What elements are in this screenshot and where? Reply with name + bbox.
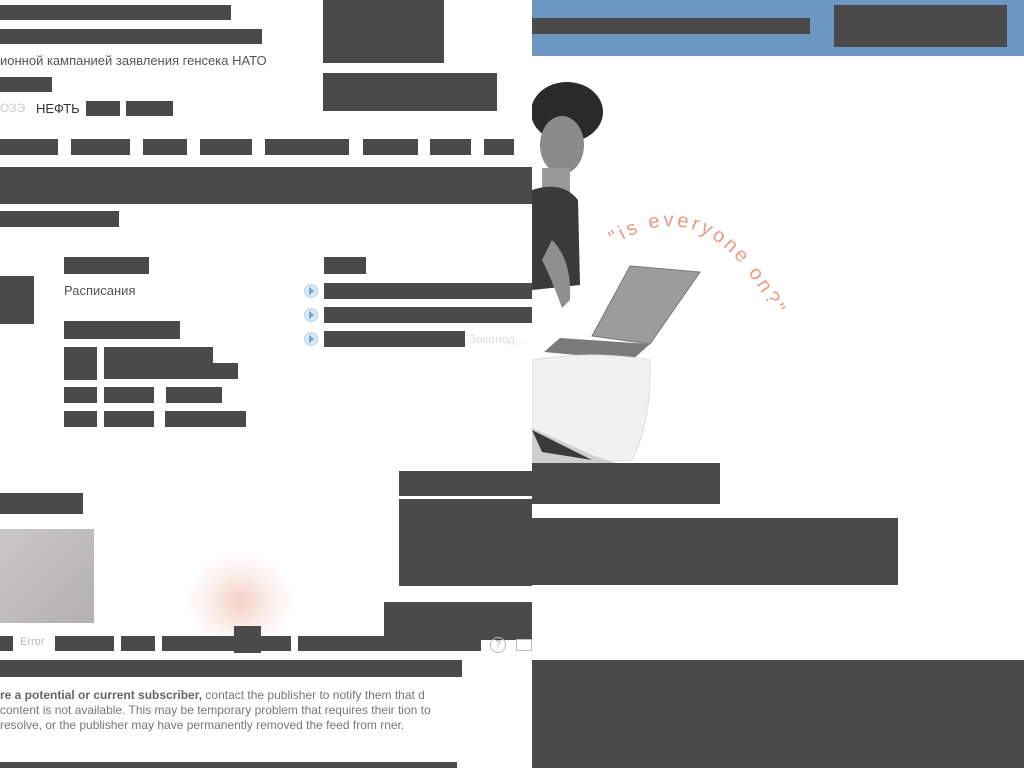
redacted-bottom-bar [0,762,457,768]
feed-error-notice: re a potential or current subscriber, co… [0,688,455,733]
redacted-rate-cell [165,411,246,427]
nav-tab[interactable] [0,139,58,155]
redacted-section-heading [0,493,83,514]
ad-figure-face [540,116,584,174]
redacted-link-3[interactable] [324,331,465,347]
nav-bar [0,138,532,157]
article-title-underline [399,497,513,498]
redacted-feed-tab[interactable] [55,636,114,651]
redacted-header-widget-2[interactable] [323,73,497,111]
redacted-weather-line-1 [104,347,213,363]
redacted-feed-tab[interactable] [162,636,291,651]
nav-tab[interactable] [200,139,252,155]
redacted-col-heading-1 [64,257,149,274]
redacted-weather-icon [64,347,97,380]
nav-tab[interactable] [363,139,418,155]
redacted-links-heading [324,257,366,274]
redacted-rate-cell [104,411,154,427]
redacted-link-2[interactable] [324,307,532,323]
redacted-weather-line-2 [104,363,238,379]
redacted-ad-headline[interactable] [532,463,720,504]
nav-tab[interactable] [430,139,471,155]
redacted-ad-copy [532,518,898,585]
redacted-article-title[interactable] [399,471,532,496]
page: ионной кампанией заявления генсека НАТО … [0,0,1024,768]
nav-tab[interactable] [484,139,514,155]
redacted-header-widget-1[interactable] [323,0,444,63]
market-label-oil: НЕФТЬ [36,101,80,116]
ticker-text[interactable]: ионной кампанией заявления генсека НАТО [0,53,267,68]
redacted-ticker-link[interactable] [0,77,52,92]
redacted-rate-cell [104,387,154,403]
redacted-breadcrumb[interactable] [0,211,119,227]
redacted-col-heading-2 [64,321,180,339]
redacted-side-image[interactable] [0,276,34,324]
link-faded-suffix[interactable]: Законод... [469,332,525,346]
play-bullet-icon [304,308,318,322]
redacted-feed-tab[interactable] [121,636,155,651]
redacted-headline-2 [0,29,262,44]
redacted-ad-button[interactable] [834,5,1007,47]
redacted-section-bar [0,167,532,204]
redacted-feed-title [0,660,462,677]
redacted-rate-cell [166,387,222,403]
play-bullet-icon [304,332,318,346]
redacted-headline-1 [0,5,231,20]
nav-tab[interactable] [71,139,130,155]
redacted-rate-cell [64,387,97,403]
market-label-faded: ОЗЭ [0,101,26,115]
window-icon[interactable] [516,639,532,651]
redacted-feed-marker [234,626,261,653]
redacted-ad-header-text [532,18,810,34]
redacted-rate-cell [64,411,97,427]
redacted-article-footer[interactable] [384,602,532,640]
play-bullet-icon [304,284,318,298]
nav-tab[interactable] [143,139,187,155]
redacted-ad-footer[interactable] [532,660,1024,768]
redacted-market-change [126,101,173,116]
nav-tab[interactable] [265,139,349,155]
schedules-link[interactable]: Расписания [64,283,135,298]
ad-tagline: "is everyone on?" [606,209,790,319]
redacted-article-body [399,499,532,586]
ad-tagline-arc: "is everyone on?" [606,209,790,319]
help-icon[interactable]: ? [490,637,506,653]
error-label: Error [20,636,45,648]
redacted-feed-tab[interactable] [298,636,481,651]
redacted-link-1[interactable] [324,283,532,299]
redacted-market-value [86,101,120,116]
redacted-feed-tab[interactable] [0,636,13,651]
article-thumbnail[interactable] [0,529,94,623]
notice-strong: re a potential or current subscriber, [0,688,203,702]
